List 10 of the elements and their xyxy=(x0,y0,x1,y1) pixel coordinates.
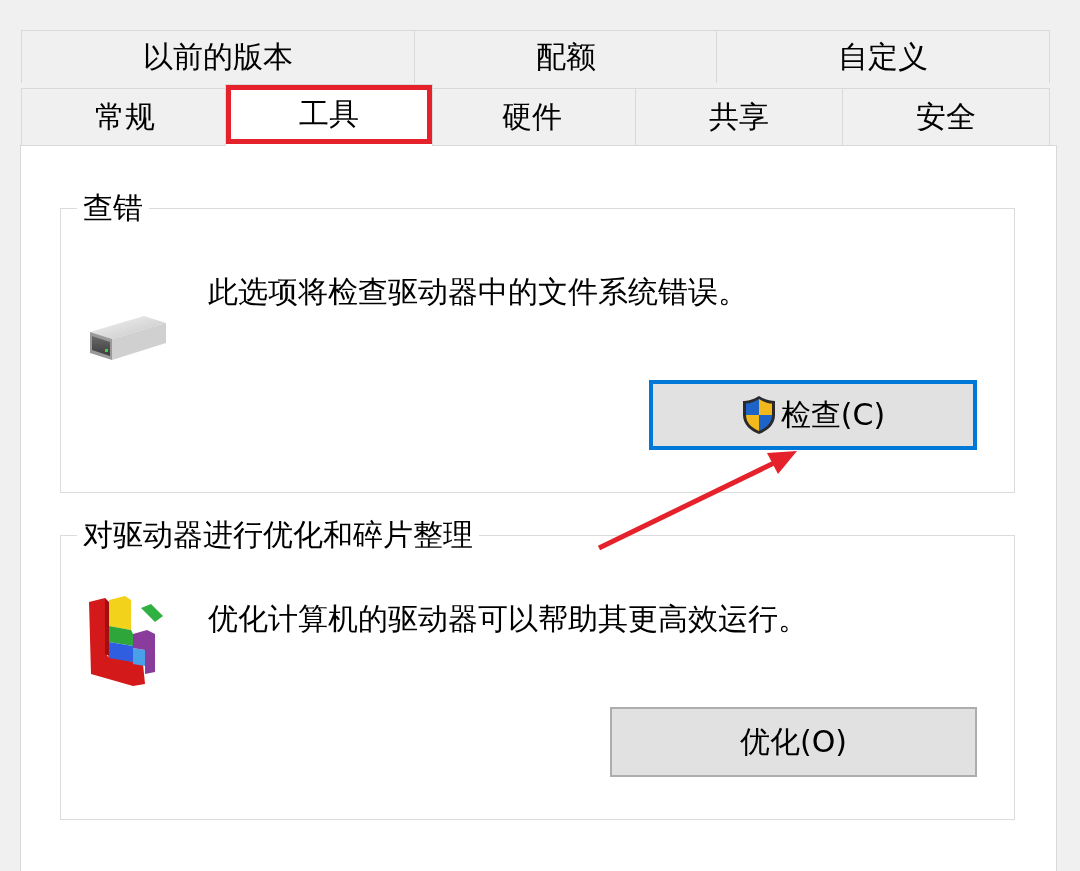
group-title: 对驱动器进行优化和碎片整理 xyxy=(82,517,474,553)
group-title: 查错 xyxy=(82,190,144,226)
check-button[interactable]: 检查(C) xyxy=(649,380,977,450)
description-text: 优化计算机的驱动器可以帮助其更高效运行。 xyxy=(208,601,809,637)
tab[interactable]: 工具 xyxy=(224,84,433,146)
optimize-button[interactable]: 优化(O) xyxy=(610,707,977,777)
tab[interactable]: 以前的版本 xyxy=(21,30,415,83)
description-text: 此选项将检查驱动器中的文件系统错误。 xyxy=(208,274,749,310)
tab[interactable]: 自定义 xyxy=(716,30,1050,83)
tab[interactable]: 安全 xyxy=(842,88,1050,145)
